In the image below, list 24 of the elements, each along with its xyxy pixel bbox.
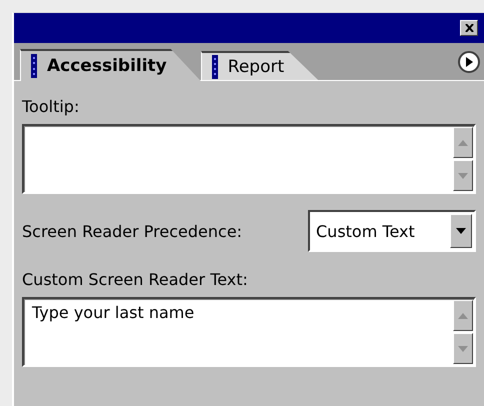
grip-icon <box>31 54 37 78</box>
scroll-down-button[interactable] <box>453 333 473 364</box>
scroll-up-button[interactable] <box>453 300 473 331</box>
tab[interactable]: Report <box>200 51 318 80</box>
text-area[interactable]: Type your last name <box>22 297 476 367</box>
up-arrow-icon <box>458 312 468 318</box>
play-button[interactable] <box>458 51 480 73</box>
grip-icon <box>212 54 218 78</box>
close-icon <box>464 24 474 32</box>
down-arrow-icon <box>456 228 466 234</box>
play-icon <box>466 57 472 67</box>
text-area[interactable] <box>22 124 476 194</box>
scroll-down-button[interactable] <box>453 160 473 191</box>
tab[interactable]: Accessibility <box>20 49 201 81</box>
precedence-label: Screen Reader Precedence: <box>22 222 242 240</box>
tooltip-label: Tooltip: <box>22 97 80 116</box>
dropdown-button[interactable] <box>450 214 472 248</box>
custom-text-label: Custom Screen Reader Text: <box>22 270 249 289</box>
up-arrow-icon <box>458 140 468 146</box>
down-arrow-icon <box>458 172 468 178</box>
scroll-up-button[interactable] <box>453 127 473 158</box>
down-arrow-icon <box>458 346 468 352</box>
close-button[interactable] <box>460 20 478 36</box>
precedence-dropdown[interactable]: Custom Text <box>308 210 476 252</box>
